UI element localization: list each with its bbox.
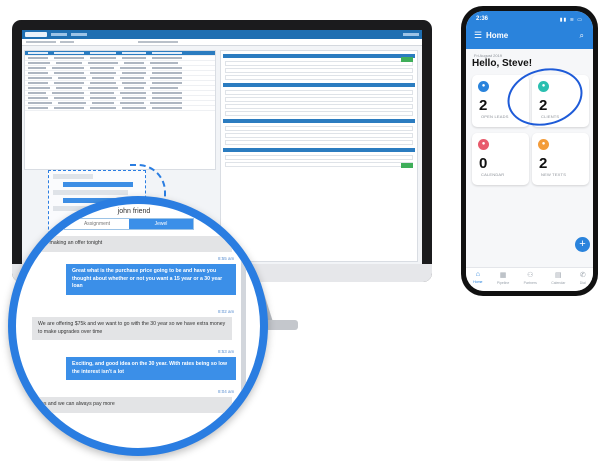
contact-name: john friend [117, 208, 151, 215]
section-header [223, 119, 415, 123]
section-header [223, 83, 415, 87]
message-time: 8:53 am [218, 349, 235, 354]
crm-contacts-table [24, 50, 216, 170]
card-label: NEW TEXTS [541, 172, 567, 177]
card-value: 0 [479, 155, 488, 172]
tab-calendar[interactable]: ▤ Calendar [551, 268, 565, 291]
phone-header: 2:36 ▮▮ ≋ ▭ ☰ Home ⌕ [466, 11, 593, 49]
save-button[interactable] [401, 57, 413, 62]
message-incoming: We are offering $75k and we want to go w… [32, 317, 232, 340]
form-field[interactable] [225, 162, 413, 167]
chat-segment-toggle: Assignment Jewel [64, 218, 194, 230]
card-value: 2 [539, 155, 548, 172]
add-button[interactable]: + [575, 237, 590, 252]
card-label: CALENDAR [481, 172, 505, 177]
home-icon: ⌂ [475, 271, 480, 278]
mobile-phone: 2:36 ▮▮ ≋ ▭ ☰ Home ⌕ Fri August 2019 Hel… [461, 6, 598, 296]
submit-button[interactable] [401, 163, 413, 168]
message-incoming: I am making an offer tonight [32, 236, 232, 252]
form-field[interactable] [225, 61, 413, 66]
form-field[interactable] [225, 90, 413, 95]
form-field[interactable] [225, 68, 413, 73]
calendar-icon: ● [478, 139, 489, 150]
chat-magnifier: john friend Assignment Jewel I am making… [8, 196, 268, 456]
form-field[interactable] [225, 97, 413, 102]
hamburger-menu-icon[interactable]: ☰ [474, 30, 482, 41]
texts-icon: ● [538, 139, 549, 150]
page-title: Home [486, 31, 509, 40]
dial-icon: ✆ [579, 272, 586, 279]
mini-chat-bubble [63, 182, 133, 187]
tab-dial[interactable]: ✆ Dial [580, 268, 586, 291]
crm-nav-item[interactable] [71, 33, 87, 36]
tab-partners[interactable]: ⚇ Partners [524, 268, 537, 291]
message-time: 8:02 am [218, 309, 235, 314]
phone-screen: 2:36 ▮▮ ≋ ▭ ☰ Home ⌕ Fri August 2019 Hel… [466, 11, 593, 291]
form-field[interactable] [225, 126, 413, 131]
segment-jewel[interactable]: Jewel [129, 219, 193, 229]
mini-chat-bubble [53, 190, 128, 195]
crm-toolbar [22, 39, 422, 46]
status-time: 2:36 [476, 16, 489, 22]
mini-chat-bubble [53, 174, 93, 179]
card-label: OPEN LEADS [481, 114, 509, 119]
crm-nav-item[interactable] [51, 33, 67, 36]
pipeline-icon: ▦ [499, 272, 507, 279]
card-new-texts[interactable]: ● 2 NEW TEXTS [532, 133, 589, 185]
table-row[interactable] [25, 106, 215, 111]
message-time: 8:55 am [218, 256, 235, 261]
crm-logo [25, 32, 47, 37]
card-calendar[interactable]: ● 0 CALENDAR [472, 133, 529, 185]
scene: 2:36 ▮▮ ≋ ▭ ☰ Home ⌕ Fri August 2019 Hel… [0, 0, 598, 461]
tab-home[interactable]: ⌂ Home [473, 268, 482, 291]
leads-icon: ● [478, 81, 489, 92]
partners-icon: ⚇ [527, 272, 534, 279]
chat-zoom-view: john friend Assignment Jewel I am making… [16, 204, 260, 448]
form-field[interactable] [225, 104, 413, 109]
message-incoming: Yes and we can always pay more [32, 397, 232, 413]
bottom-tab-bar: ⌂ Home ▦ Pipeline ⚇ Partners ▤ Calendar ✆ Dia… [466, 267, 593, 291]
section-header [223, 148, 415, 152]
section-header [223, 54, 415, 58]
status-icons: ▮▮ ≋ ▭ [559, 17, 583, 23]
message-outgoing: Exciting, and good idea on the 30 year. … [66, 357, 236, 380]
calendar-icon: ▤ [554, 272, 562, 279]
crm-nav-item[interactable] [403, 33, 419, 36]
form-field[interactable] [225, 155, 413, 160]
form-field[interactable] [225, 133, 413, 138]
segment-assignment[interactable]: Assignment [65, 219, 129, 229]
form-field[interactable] [225, 111, 413, 116]
message-outgoing: Great what is the purchase price going t… [66, 264, 236, 295]
message-time: 8:04 am [218, 389, 235, 394]
crm-top-bar [22, 30, 422, 39]
search-icon[interactable]: ⌕ [580, 31, 584, 41]
greeting: Hello, Steve! [472, 58, 533, 69]
chat-scrollbar[interactable] [241, 236, 246, 406]
form-field[interactable] [225, 140, 413, 145]
tab-pipeline[interactable]: ▦ Pipeline [497, 268, 509, 291]
form-field[interactable] [225, 75, 413, 80]
card-value: 2 [479, 97, 488, 114]
